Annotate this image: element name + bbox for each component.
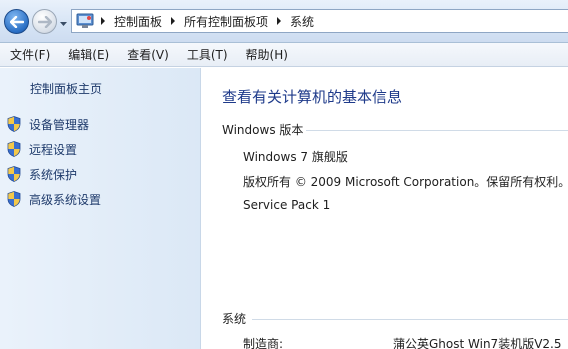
- menu-edit[interactable]: 编辑(E): [59, 44, 118, 66]
- copyright-text: 版权所有 © 2009 Microsoft Corporation。保留所有权利…: [243, 175, 568, 189]
- breadcrumb-separator-icon[interactable]: [272, 17, 286, 25]
- system-protection-link[interactable]: 系统保护: [6, 164, 77, 184]
- windows-edition: Windows 7 旗舰版: [243, 150, 348, 164]
- system-heading: 系统: [222, 312, 247, 326]
- task-label: 高级系统设置: [29, 192, 102, 207]
- task-label: 系统保护: [29, 167, 78, 182]
- windows-edition-heading: Windows 版本: [222, 123, 304, 137]
- section-divider: [306, 130, 568, 131]
- menu-help[interactable]: 帮助(H): [237, 44, 297, 66]
- page-title: 查看有关计算机的基本信息: [222, 88, 403, 106]
- breadcrumb-control-panel[interactable]: 控制面板: [110, 13, 166, 30]
- breadcrumb-separator-icon[interactable]: [96, 17, 110, 25]
- back-button[interactable]: [4, 9, 29, 34]
- breadcrumb-all-items[interactable]: 所有控制面板项: [180, 13, 272, 30]
- menu-tools[interactable]: 工具(T): [178, 44, 237, 66]
- arrow-left-icon: [9, 15, 24, 28]
- chevron-down-icon: [60, 22, 67, 26]
- manufacturer-value: 蒲公英Ghost Win7装机版V2.5: [393, 337, 562, 349]
- control-panel-home-link[interactable]: 控制面板主页: [30, 80, 102, 97]
- shield-icon: [6, 165, 22, 183]
- menu-view[interactable]: 查看(V): [118, 44, 178, 66]
- device-manager-link[interactable]: 设备管理器: [6, 114, 89, 134]
- breadcrumb-system[interactable]: 系统: [286, 13, 318, 30]
- service-pack: Service Pack 1: [243, 198, 331, 212]
- main-content: 查看有关计算机的基本信息 Windows 版本 Windows 7 旗舰版 版权…: [202, 68, 568, 349]
- shield-icon: [6, 140, 22, 158]
- address-toolbar: 控制面板 所有控制面板项 系统: [0, 0, 568, 43]
- advanced-system-settings-link[interactable]: 高级系统设置: [6, 189, 101, 209]
- arrow-right-icon: [37, 15, 52, 28]
- shield-icon: [6, 115, 22, 133]
- task-label: 设备管理器: [29, 117, 90, 132]
- forward-button[interactable]: [32, 9, 57, 34]
- shield-icon: [6, 190, 22, 208]
- task-label: 远程设置: [29, 142, 78, 157]
- recent-pages-dropdown[interactable]: [59, 17, 68, 26]
- section-divider: [252, 319, 568, 320]
- menu-bar: 文件(F) 编辑(E) 查看(V) 工具(T) 帮助(H): [0, 43, 568, 67]
- manufacturer-label: 制造商:: [243, 337, 284, 349]
- address-bar[interactable]: 控制面板 所有控制面板项 系统: [71, 9, 568, 33]
- menu-file[interactable]: 文件(F): [0, 44, 59, 66]
- task-pane: 控制面板主页 设备管理器 远程设置 系统保护 高级系统设置: [0, 68, 201, 349]
- remote-settings-link[interactable]: 远程设置: [6, 139, 77, 159]
- control-panel-icon: [74, 11, 96, 31]
- breadcrumb-separator-icon[interactable]: [166, 17, 180, 25]
